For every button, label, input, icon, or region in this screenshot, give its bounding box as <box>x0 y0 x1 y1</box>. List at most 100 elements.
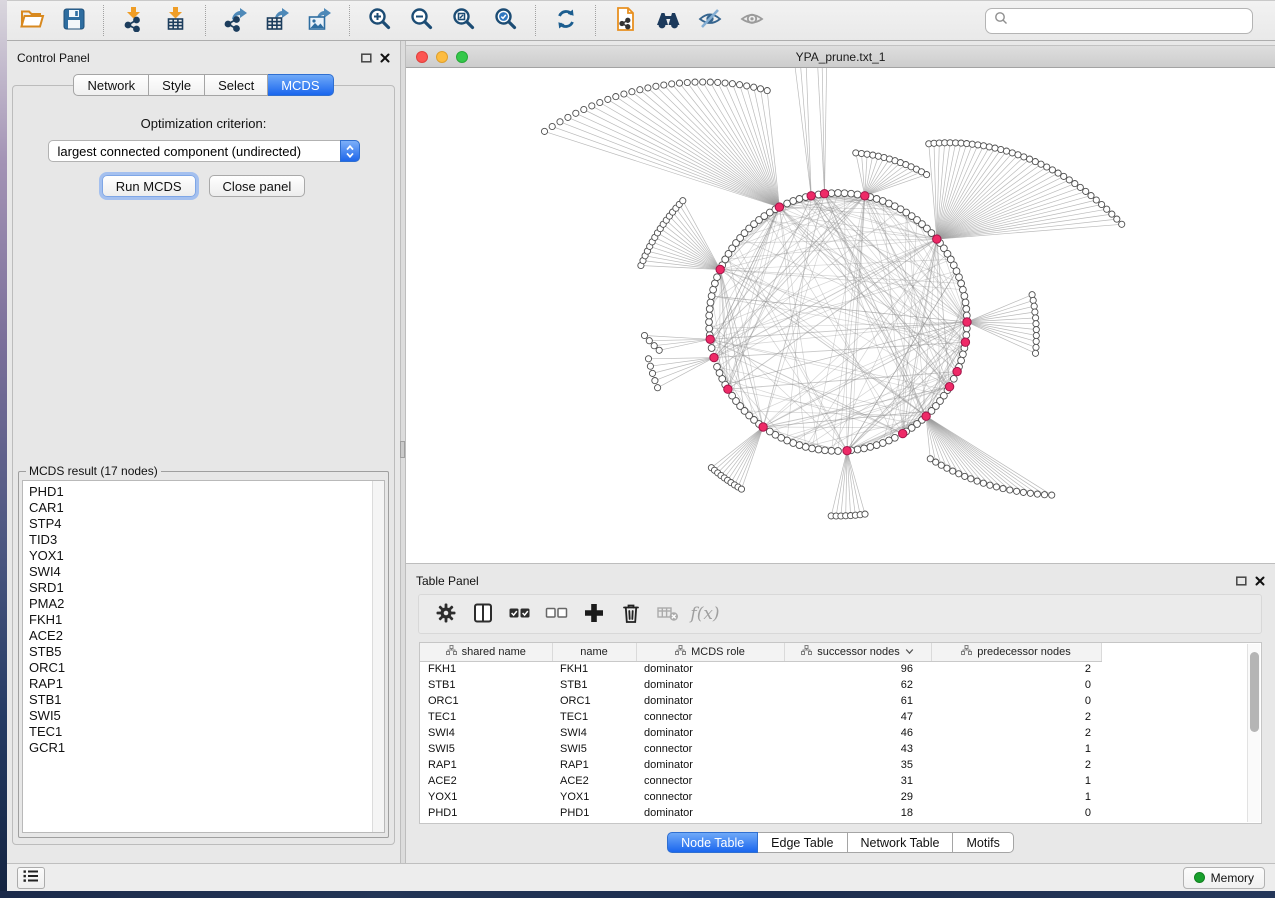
network-canvas[interactable] <box>406 68 1275 563</box>
mcds-result-item[interactable]: ACE2 <box>29 628 384 644</box>
mcds-result-item[interactable]: TEC1 <box>29 724 384 740</box>
tab-mcds[interactable]: MCDS <box>268 74 333 96</box>
export-network-button[interactable] <box>219 5 253 37</box>
float-panel-icon[interactable] <box>361 53 372 63</box>
tab-node-table[interactable]: Node Table <box>667 832 758 853</box>
eye-icon <box>739 6 765 35</box>
mcds-result-item[interactable]: TID3 <box>29 532 384 548</box>
tab-motifs[interactable]: Motifs <box>953 832 1013 853</box>
column-header-successor-nodes[interactable]: successor nodes <box>784 643 931 661</box>
mcds-result-item[interactable]: FKH1 <box>29 612 384 628</box>
save-session-button[interactable] <box>57 5 91 37</box>
table-row[interactable]: PHD1PHD1dominator180 <box>420 805 1101 821</box>
search-box[interactable] <box>985 8 1253 34</box>
tree-icon <box>961 645 972 658</box>
table-row[interactable]: RAP1RAP1dominator352 <box>420 757 1101 773</box>
mcds-result-item[interactable]: CAR1 <box>29 500 384 516</box>
mcds-result-item[interactable]: PMA2 <box>29 596 384 612</box>
control-panel: Control Panel Network Style Select MCDS … <box>7 41 400 863</box>
table-row[interactable]: SWI5SWI5connector431 <box>420 741 1101 757</box>
close-window-icon[interactable] <box>416 51 428 63</box>
network-graph[interactable] <box>406 68 1275 563</box>
column-header-shared-name[interactable]: shared name <box>420 643 552 661</box>
mcds-result-list: PHD1CAR1STP4TID3YOX1SWI4SRD1PMA2FKH1ACE2… <box>23 481 384 756</box>
table-scrollbar[interactable] <box>1247 644 1260 822</box>
mcds-result-item[interactable]: SWI5 <box>29 708 384 724</box>
open-file-button[interactable] <box>15 5 49 37</box>
mcds-result-item[interactable]: ORC1 <box>29 660 384 676</box>
toolbar-separator <box>103 5 104 36</box>
network-window: YPA_prune.txt_1 <box>406 41 1275 563</box>
control-panel-tabs: Network Style Select MCDS <box>7 74 400 96</box>
column-header-name[interactable]: name <box>552 643 636 661</box>
mcds-result-item[interactable]: STB1 <box>29 692 384 708</box>
close-panel-icon[interactable] <box>1255 576 1265 586</box>
table-row[interactable]: YOX1YOX1connector291 <box>420 789 1101 805</box>
export-table-button[interactable] <box>261 5 295 37</box>
delete-table-button[interactable] <box>651 599 685 629</box>
deselect-all-button[interactable] <box>540 599 574 629</box>
hide-graphics-button[interactable] <box>693 5 727 37</box>
table-row[interactable]: SWI4SWI4dominator462 <box>420 725 1101 741</box>
import-table-icon <box>163 6 189 35</box>
tab-edge-table[interactable]: Edge Table <box>758 832 847 853</box>
zoom-out-button[interactable] <box>405 5 439 37</box>
show-columns-button[interactable] <box>466 599 500 629</box>
mcds-result-item[interactable]: SRD1 <box>29 580 384 596</box>
search-binoculars-button[interactable] <box>651 5 685 37</box>
function-builder-button[interactable]: f(x) <box>688 599 722 629</box>
zoom-out-icon <box>409 6 435 35</box>
minimize-window-icon[interactable] <box>436 51 448 63</box>
maximize-window-icon[interactable] <box>456 51 468 63</box>
table-scrollbar-thumb[interactable] <box>1250 652 1259 732</box>
mcds-list-scrollbar[interactable] <box>372 481 384 832</box>
mcds-result-listbox[interactable]: PHD1CAR1STP4TID3YOX1SWI4SRD1PMA2FKH1ACE2… <box>22 480 385 833</box>
refresh-layout-button[interactable] <box>549 5 583 37</box>
zoom-selected-button[interactable] <box>489 5 523 37</box>
add-column-button[interactable] <box>577 599 611 629</box>
import-table-button[interactable] <box>159 5 193 37</box>
status-bar: Memory <box>7 863 1275 891</box>
mcds-result-item[interactable]: STB5 <box>29 644 384 660</box>
splitter-grip-icon[interactable] <box>400 441 405 458</box>
close-panel-button[interactable]: Close panel <box>209 175 306 197</box>
float-panel-icon[interactable] <box>1236 576 1247 586</box>
network-titlebar[interactable]: YPA_prune.txt_1 <box>406 45 1275 68</box>
mcds-result-item[interactable]: YOX1 <box>29 548 384 564</box>
search-input[interactable] <box>1014 12 1244 29</box>
publish-document-button[interactable] <box>609 5 643 37</box>
export-image-button[interactable] <box>303 5 337 37</box>
mcds-result-item[interactable]: PHD1 <box>29 484 384 500</box>
zoom-fit-button[interactable] <box>447 5 481 37</box>
mcds-result-item[interactable]: STP4 <box>29 516 384 532</box>
mcds-result-item[interactable]: SWI4 <box>29 564 384 580</box>
tab-network-table[interactable]: Network Table <box>848 832 954 853</box>
table-row[interactable]: FKH1FKH1dominator962 <box>420 661 1101 677</box>
column-header-mcds-role[interactable]: MCDS role <box>636 643 784 661</box>
tree-icon <box>675 645 686 658</box>
mcds-result-item[interactable]: GCR1 <box>29 740 384 756</box>
table-row[interactable]: ACE2ACE2connector311 <box>420 773 1101 789</box>
tab-select[interactable]: Select <box>205 74 268 96</box>
tab-network[interactable]: Network <box>73 74 149 96</box>
zoom-in-button[interactable] <box>363 5 397 37</box>
criterion-select[interactable]: largest connected component (undirected) <box>48 140 360 162</box>
close-panel-icon[interactable] <box>380 53 390 63</box>
column-header-predecessor-nodes[interactable]: predecessor nodes <box>931 643 1101 661</box>
delete-column-button[interactable] <box>614 599 648 629</box>
table-row[interactable]: STB1STB1dominator620 <box>420 677 1101 693</box>
table-row[interactable]: TEC1TEC1connector472 <box>420 709 1101 725</box>
run-mcds-button[interactable]: Run MCDS <box>102 175 196 197</box>
mcds-result-item[interactable]: RAP1 <box>29 676 384 692</box>
select-all-button[interactable] <box>503 599 537 629</box>
settings-gear-button[interactable] <box>429 599 463 629</box>
show-graphics-button[interactable] <box>735 5 769 37</box>
table-panel: Table Panel f(x) <box>406 563 1275 863</box>
memory-status-icon <box>1194 872 1205 883</box>
delete-table-icon <box>656 602 680 627</box>
table-row[interactable]: ORC1ORC1dominator610 <box>420 693 1101 709</box>
import-network-button[interactable] <box>117 5 151 37</box>
memory-button[interactable]: Memory <box>1183 867 1265 889</box>
task-history-button[interactable] <box>17 867 45 889</box>
tab-style[interactable]: Style <box>149 74 205 96</box>
